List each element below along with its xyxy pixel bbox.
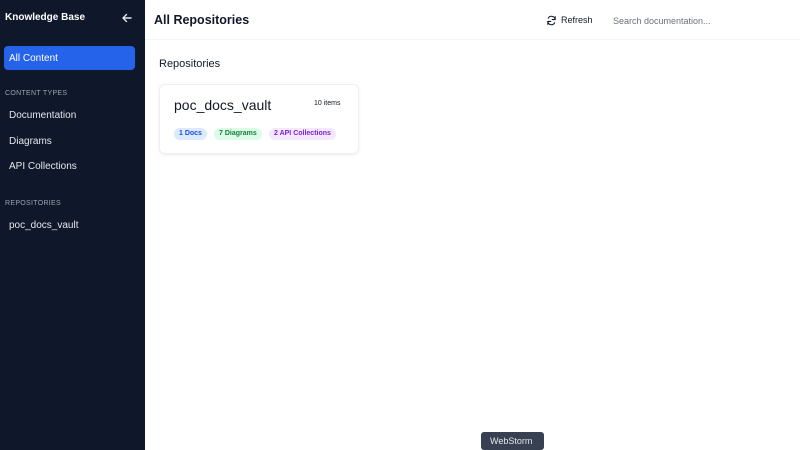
docs-badge: 1 Docs [174, 128, 207, 140]
section-title: Repositories [159, 58, 221, 70]
refresh-label: Refresh [561, 15, 593, 25]
topbar: All Repositories Refresh [145, 0, 800, 40]
sidebar: Knowledge Base All Content CONTENT TYPES… [0, 0, 145, 450]
repository-card[interactable]: poc_docs_vault 10 items 1 Docs 7 Diagram… [159, 84, 359, 154]
refresh-icon [547, 15, 556, 26]
sidebar-item-label: API Collections [9, 161, 77, 172]
page-title: All Repositories [154, 13, 250, 27]
repositories-header: REPOSITORIES [5, 200, 61, 207]
tooltip-label: WebStorm [490, 436, 533, 446]
main-content: All Repositories Refresh Repositories po… [145, 0, 800, 450]
item-count-badge: 10 items [310, 98, 345, 110]
content-types-header: CONTENT TYPES [5, 90, 68, 97]
diagrams-badge: 7 Diagrams [214, 128, 262, 140]
sidebar-item-label: All Content [9, 53, 58, 64]
sidebar-item-label: poc_docs_vault [9, 220, 79, 231]
refresh-button[interactable]: Refresh [542, 10, 598, 31]
app-tooltip: WebStorm [481, 432, 544, 450]
sidebar-item-diagrams[interactable]: Diagrams [4, 130, 135, 152]
sidebar-header: Knowledge Base [0, 0, 145, 36]
sidebar-item-poc-docs-vault[interactable]: poc_docs_vault [4, 214, 135, 236]
sidebar-item-documentation[interactable]: Documentation [4, 104, 135, 126]
sidebar-item-label: Diagrams [9, 136, 52, 147]
sidebar-title: Knowledge Base [5, 12, 86, 23]
search-input[interactable] [609, 10, 791, 31]
repository-name: poc_docs_vault [174, 97, 272, 113]
sidebar-item-label: Documentation [9, 110, 77, 121]
sidebar-item-all-content[interactable]: All Content [4, 46, 135, 70]
sidebar-item-api-collections[interactable]: API Collections [4, 155, 135, 177]
arrow-left-icon[interactable] [120, 11, 134, 25]
api-collections-badge: 2 API Collections [269, 128, 336, 140]
